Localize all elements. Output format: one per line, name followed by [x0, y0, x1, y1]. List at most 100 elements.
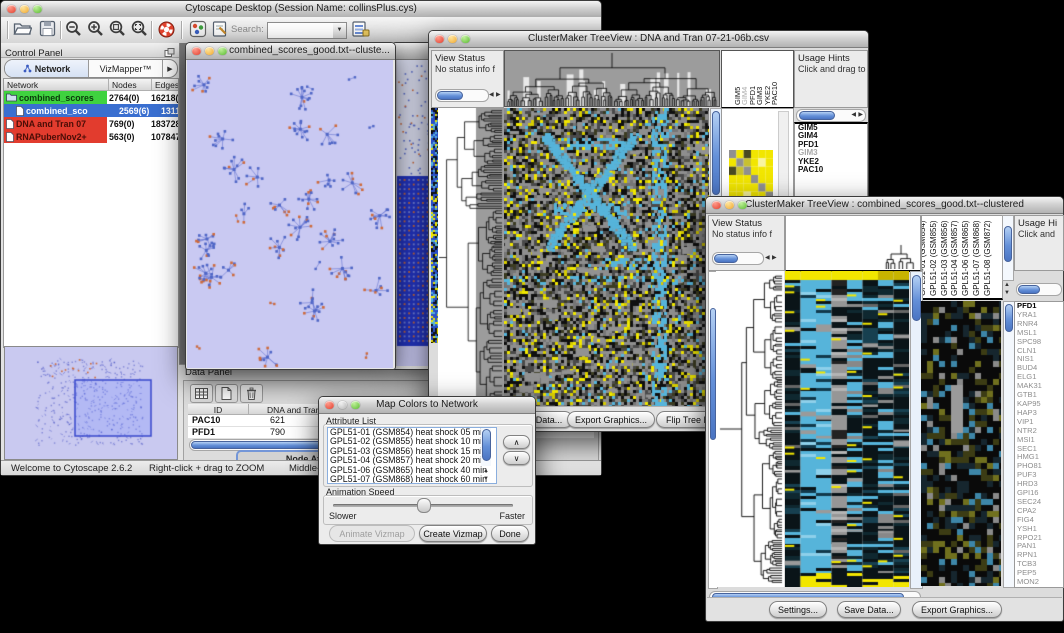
tv2-heatmap-vscroll-thumb[interactable] [912, 275, 921, 321]
scroll-right-icon[interactable]: ▶ [858, 111, 863, 120]
array-column-label[interactable]: GPL51-07 (GSM868) [972, 220, 981, 296]
tv2-hints-scroll-thumb[interactable] [1018, 285, 1040, 294]
zoom-button[interactable] [461, 35, 470, 44]
delete-attribute-trash-icon[interactable] [240, 384, 263, 403]
dialog-titlebar[interactable]: Map Colors to Network [319, 397, 535, 414]
annotation-icon[interactable] [211, 20, 231, 40]
tv2-heatmap[interactable] [785, 271, 909, 587]
tv1-export-graphics-button[interactable]: Export Graphics... [567, 411, 655, 428]
help-lifesaver-icon[interactable] [157, 20, 177, 40]
scroll-left-icon[interactable]: ◀ [765, 254, 770, 263]
close-button[interactable] [712, 201, 721, 210]
zoom-in-icon[interactable] [87, 20, 107, 40]
network-tab-icon [23, 60, 32, 78]
array-column-label[interactable]: GPL51-03 (GSM856) [940, 220, 949, 296]
new-attribute-button[interactable] [215, 384, 238, 403]
array-column-label[interactable]: GPL51-02 (GSM855) [929, 220, 938, 296]
tv1-mini-heatmap[interactable] [729, 150, 773, 200]
animation-slider-thumb[interactable] [417, 498, 431, 513]
minimize-button[interactable] [20, 5, 29, 14]
attribute-browser-icon[interactable] [351, 20, 371, 40]
network-table-row[interactable]: combined_scores2764(0)16218(0) [4, 91, 178, 104]
tv2-row-dendrogram[interactable] [716, 271, 784, 587]
tv1-hints-scroll-thumb[interactable] [799, 111, 835, 120]
tv1-heatmap[interactable] [504, 108, 709, 407]
attribute-list-vscroll-thumb[interactable] [482, 429, 491, 461]
select-attributes-button[interactable] [190, 384, 213, 403]
tv2-hints-scrollbar[interactable] [1016, 283, 1062, 296]
tv1-row-dendrogram[interactable] [438, 108, 504, 407]
minimize-button[interactable] [205, 47, 214, 56]
vizmap-nodes-icon[interactable] [189, 20, 209, 40]
done-button[interactable]: Done [491, 525, 529, 542]
minimize-button[interactable] [725, 201, 734, 210]
array-column-label[interactable]: PAC10 [770, 82, 779, 105]
close-button[interactable] [325, 401, 334, 410]
tv2-status-scroll-thumb[interactable] [714, 254, 738, 263]
gene-label[interactable]: PAC10 [795, 166, 867, 174]
network-graph-view[interactable] [187, 60, 393, 368]
search-dropdown-button[interactable]: ▼ [333, 22, 347, 39]
col-network[interactable]: Network [4, 79, 109, 91]
tab-network[interactable]: Network [5, 60, 89, 77]
tv2-status-scrollbar[interactable] [712, 252, 764, 265]
close-button[interactable] [192, 47, 201, 56]
network-table-row[interactable]: combined_sco2569(6)13112(15) [4, 104, 178, 117]
zoom-selected-icon[interactable] [109, 20, 129, 40]
move-down-button[interactable]: ∨ [503, 451, 530, 465]
attribute-list[interactable]: GPL51-01 (GSM854) heat shock 05 minGPL51… [327, 427, 497, 484]
tv2-save-data-button[interactable]: Save Data... [837, 601, 901, 618]
attribute-list-item[interactable]: GPL51-07 (GSM868) heat shock 60 min [328, 475, 496, 484]
array-column-label[interactable]: GPL51-04 (GSM857) [950, 220, 959, 296]
open-file-icon[interactable] [13, 20, 33, 40]
col-edges[interactable]: Edges [152, 79, 178, 91]
scroll-right-icon[interactable]: ▶ [772, 254, 777, 263]
scroll-left-icon[interactable]: ◀ [851, 111, 856, 120]
zoom-fit-icon[interactable] [131, 20, 151, 40]
zoom-button[interactable] [351, 401, 360, 410]
close-button[interactable] [7, 5, 16, 14]
scroll-right-icon[interactable]: ▶ [496, 91, 501, 100]
scroll-left-icon[interactable]: ◀ [489, 91, 494, 100]
tv2-detail-heatmap[interactable] [921, 301, 1001, 586]
tv1-heatmap-vscroll-thumb[interactable] [712, 111, 720, 195]
toolbar-separator [7, 21, 9, 39]
scroll-down-icon[interactable]: ▼ [483, 475, 489, 484]
network-table-row[interactable]: RNAPuberNov2+563(0)107847(0) [4, 130, 178, 143]
main-titlebar[interactable]: Cytoscape Desktop (Session Name: collins… [1, 1, 601, 18]
zoom-out-icon[interactable] [65, 20, 85, 40]
zoom-button[interactable] [738, 201, 747, 210]
array-column-label[interactable]: GPL51-06 (GSM865) [961, 220, 970, 296]
tv2-column-dendrogram[interactable] [884, 243, 918, 269]
treeview2-titlebar[interactable]: ClusterMaker TreeView : combined_scores_… [706, 197, 1063, 214]
zoom-button[interactable] [33, 5, 42, 14]
treeview1-titlebar[interactable]: ClusterMaker TreeView : DNA and Tran 07-… [429, 31, 868, 48]
array-column-label[interactable]: GPL51-08 (GSM872) [983, 220, 992, 296]
tv2-export-graphics-button[interactable]: Export Graphics... [912, 601, 1002, 618]
create-vizmap-button[interactable]: Create Vizmap [419, 525, 487, 542]
network-view-titlebar[interactable]: combined_scores_good.txt--cluste... [186, 43, 395, 60]
network-table-row[interactable]: DNA and Tran 07769(0)183728(0) [4, 117, 178, 130]
scroll-down-icon[interactable]: ▼ [1004, 289, 1010, 298]
tv2-gene-vscroll-thumb[interactable] [1005, 304, 1013, 332]
col-nodes[interactable]: Nodes [109, 79, 152, 91]
tv1-status-scrollbar[interactable] [435, 89, 489, 102]
search-input[interactable] [267, 22, 335, 39]
save-icon[interactable] [39, 20, 59, 40]
gene-label[interactable]: MON2 [1015, 578, 1063, 587]
data-col-id[interactable]: ID [188, 404, 249, 415]
move-up-button[interactable]: ∧ [503, 435, 530, 449]
tv1-status-scroll-thumb[interactable] [437, 91, 463, 100]
minimize-button[interactable] [448, 35, 457, 44]
attribute-list-vscrollbar[interactable] [481, 428, 491, 466]
birdseye-view[interactable] [5, 347, 175, 457]
tv2-settings-button[interactable]: Settings... [769, 601, 827, 618]
tab-overflow-arrow[interactable]: ▶ [162, 60, 177, 77]
close-button[interactable] [435, 35, 444, 44]
tv2-collabel-vscroll-thumb[interactable] [1004, 226, 1012, 262]
tab-vizmapper[interactable]: VizMapper™ [89, 60, 162, 77]
tv1-column-dendrogram[interactable] [504, 50, 720, 107]
zoom-button[interactable] [218, 47, 227, 56]
tv2-collabel-vscrollbar[interactable] [1002, 215, 1014, 281]
tv1-hints-scrollbar[interactable]: ◀ ▶ [796, 109, 866, 122]
